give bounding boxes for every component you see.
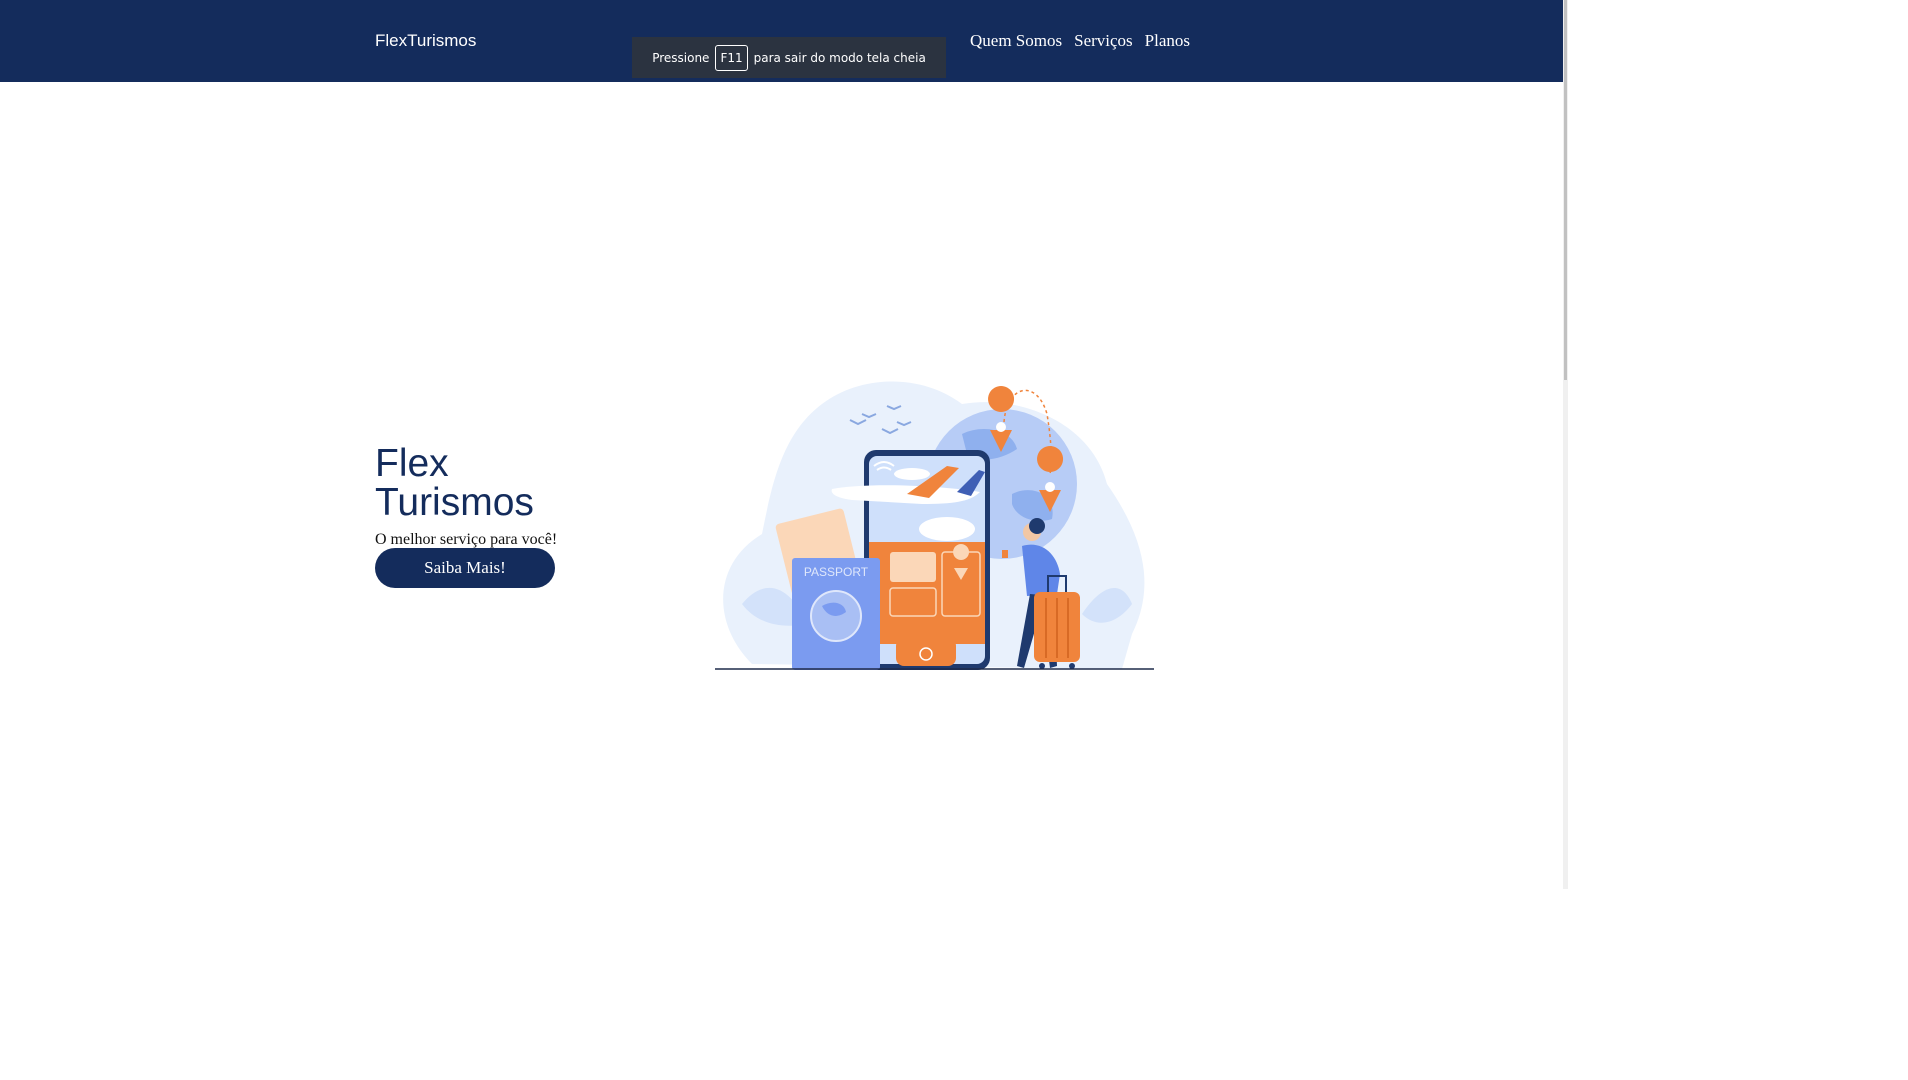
nav-link-planos[interactable]: Planos [1145, 31, 1190, 51]
hero-subtitle: O melhor serviço para você! [375, 531, 558, 548]
page-scrollbar[interactable] [1563, 0, 1568, 889]
hero-title-line2: Turismos [375, 481, 534, 524]
passport-globe-icon [810, 590, 862, 642]
hero-title-line1: Flex [375, 442, 449, 485]
nav-links: Quem Somos Serviços Planos [970, 31, 1190, 51]
brand-logo[interactable]: FlexTurismos [375, 31, 476, 51]
scrollbar-thumb[interactable] [1564, 0, 1567, 380]
fullscreen-exit-toast: Pressione F11 para sair do modo tela che… [632, 37, 946, 78]
travel-illustration: PASSPORT [715, 381, 1154, 670]
toast-text-before: Pressione [652, 50, 710, 65]
passport-label: PASSPORT [804, 565, 869, 579]
hero-title: Flex Turismos [375, 444, 575, 522]
nav-link-quem-somos[interactable]: Quem Somos [970, 31, 1062, 51]
nav-link-servicos[interactable]: Serviços [1074, 31, 1133, 51]
toast-text-after: para sair do modo tela cheia [753, 50, 926, 65]
f11-key-badge: F11 [715, 44, 748, 71]
saiba-mais-button[interactable]: Saiba Mais! [375, 548, 555, 588]
